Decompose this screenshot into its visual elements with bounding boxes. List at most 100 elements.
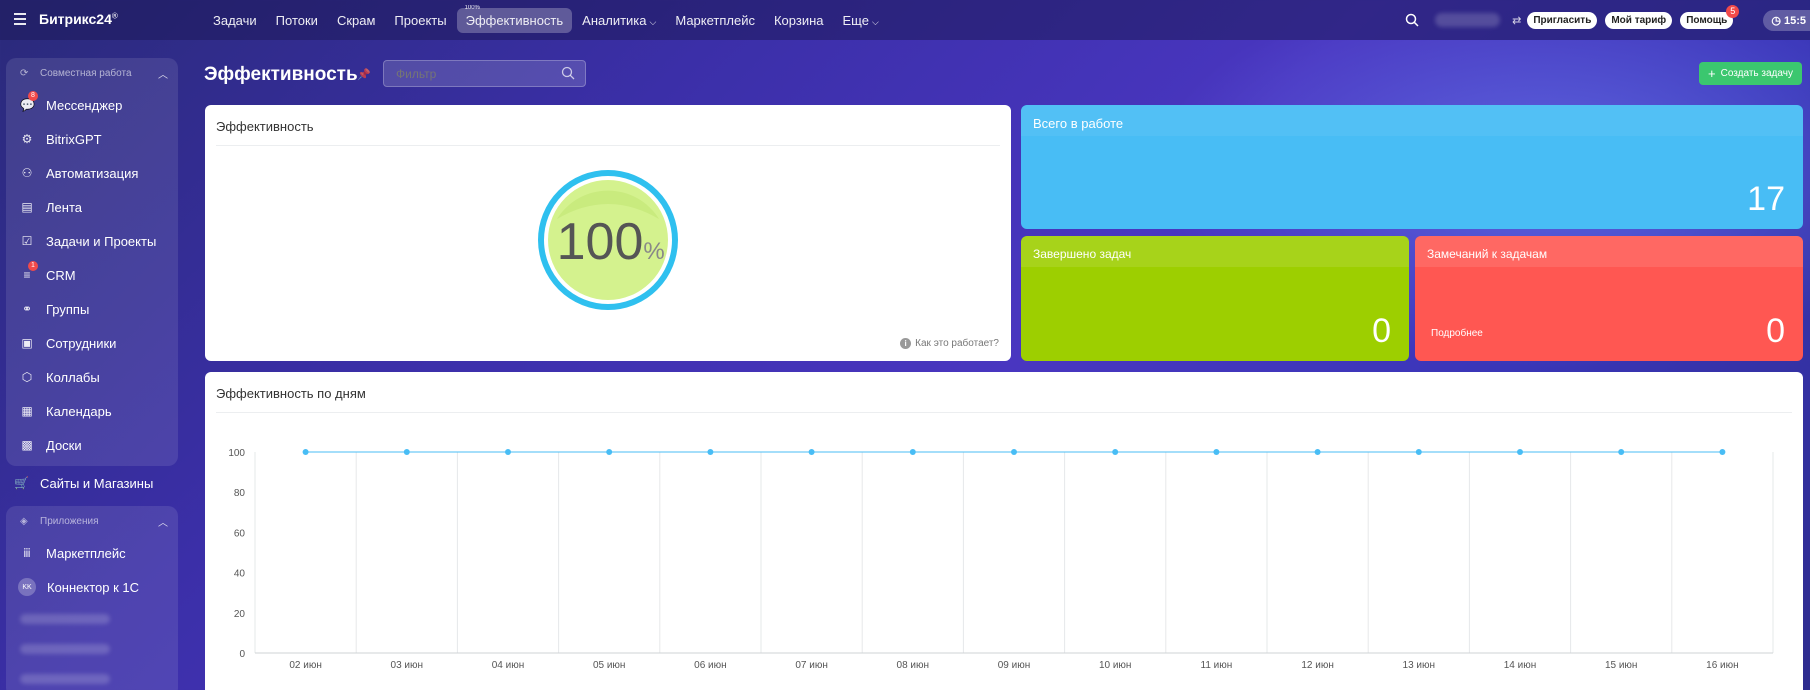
- top-bar: Битрикс24® Задачи Потоки Скрам Проекты 100% Э…: [0, 0, 1810, 40]
- invite-button[interactable]: Пригласить: [1527, 11, 1598, 29]
- data-point: [1415, 449, 1422, 455]
- help-count-badge: 5: [1726, 4, 1740, 18]
- sidebar-item-label: Сотрудники: [46, 335, 117, 351]
- sidebar-item-label: Доски: [46, 437, 82, 453]
- sidebar-item-label: Группы: [46, 301, 90, 317]
- blurred-item[interactable]: [20, 604, 164, 634]
- clock-button[interactable]: ◷ 15:5: [1763, 9, 1810, 31]
- tasks-icon: ☑: [21, 234, 33, 248]
- data-point: [1213, 449, 1220, 455]
- top-right-controls: ⇄ Пригласить Мой тариф Помощь 5 ◷ 15:5: [1405, 0, 1810, 40]
- chevron-down-icon: ⌵: [871, 16, 879, 27]
- sidebar-item-label: Автоматизация: [46, 165, 139, 181]
- x-tick-label: 08 июн: [897, 660, 930, 671]
- sidebar-item-chat[interactable]: 💬 8 Мессенджер: [6, 88, 178, 122]
- blurred-item[interactable]: [20, 634, 164, 664]
- x-tick-label: 11 июн: [1201, 660, 1233, 671]
- y-tick-label: 20: [234, 609, 246, 620]
- x-tick-label: 07 июн: [795, 660, 828, 671]
- in-work-tile[interactable]: Всего в работе 17: [1021, 105, 1803, 229]
- remarks-label: Замечаний к задачам: [1415, 236, 1803, 267]
- user-name-blurred[interactable]: [1435, 13, 1501, 27]
- calendar-icon: ▦: [21, 404, 33, 418]
- done-value: 0: [1372, 312, 1391, 350]
- x-tick-label: 15 июн: [1605, 660, 1638, 671]
- sidebar-item-label: Маркетплейс: [46, 545, 126, 561]
- nav-item[interactable]: Маркетплейс: [666, 8, 764, 33]
- nav-item[interactable]: Корзина: [765, 8, 833, 33]
- nav-item-label: Еще: [842, 12, 869, 28]
- data-point: [606, 449, 613, 455]
- nav-item-label: Аналитика: [582, 12, 647, 28]
- how-it-works-link[interactable]: i Как это работает?: [900, 338, 999, 349]
- sidebar-item-label: Коннектор к 1С: [47, 579, 140, 595]
- x-tick-label: 10 июн: [1099, 660, 1132, 671]
- sidebar-item-boards[interactable]: ▩ Доски: [6, 428, 178, 462]
- help-button[interactable]: Помощь 5: [1680, 4, 1740, 29]
- x-tick-label: 05 июн: [593, 660, 626, 671]
- logo[interactable]: Битрикс24®: [39, 11, 118, 27]
- sidebar-group-apps: ◈ Приложения ︿ ⅲ Маркетплейс KK Коннектор к…: [6, 506, 178, 690]
- top-nav: Задачи Потоки Скрам Проекты 100% Эффективност…: [204, 0, 889, 40]
- nav-item[interactable]: Задачи: [204, 8, 266, 33]
- sidebar-item-label: Лента: [46, 199, 82, 215]
- nav-item-label: Потоки: [275, 12, 318, 28]
- sidebar-item-collabs[interactable]: ⬡ Коллабы: [6, 360, 178, 394]
- nav-item[interactable]: Еще ⌵: [834, 8, 888, 33]
- blurred-item[interactable]: [20, 664, 164, 690]
- tariff-button[interactable]: Мой тариф: [1605, 11, 1673, 29]
- chevron-up-icon[interactable]: ︿: [158, 66, 168, 81]
- sidebar-item-tasks[interactable]: ☑ Задачи и Проекты: [6, 224, 178, 258]
- efficiency-card: Эффективность 100 % i Как это работает?: [205, 105, 1011, 361]
- nav-item[interactable]: Потоки: [267, 8, 327, 33]
- search-icon[interactable]: [561, 66, 575, 80]
- done-tile[interactable]: Завершено задач 0: [1021, 236, 1409, 361]
- sidebar-item-groups[interactable]: ⚭ Группы: [6, 292, 178, 326]
- nav-item-label: Проекты: [394, 12, 447, 28]
- chevron-up-icon[interactable]: ︿: [158, 514, 168, 529]
- data-point: [403, 449, 410, 455]
- sidebar-group-header[interactable]: ⟳ Совместная работа ︿: [6, 58, 178, 88]
- feed-icon: ▤: [21, 200, 33, 214]
- chevron-down-icon: ⌵: [649, 16, 657, 27]
- search-icon[interactable]: [1405, 13, 1419, 27]
- y-tick-label: 0: [239, 649, 245, 660]
- count-badge: 1: [28, 261, 38, 271]
- sidebar-item-crm[interactable]: ≡ 1 CRM: [6, 258, 178, 292]
- in-work-value: 17: [1747, 180, 1785, 218]
- filter-input[interactable]: [383, 60, 586, 87]
- swap-icon[interactable]: ⇄: [1512, 14, 1521, 27]
- sidebar-item-feed[interactable]: ▤ Лента: [6, 190, 178, 224]
- nav-item[interactable]: Проекты: [385, 8, 455, 33]
- x-tick-label: 13 июн: [1403, 660, 1436, 671]
- nav-item[interactable]: Скрам: [328, 8, 384, 33]
- sidebar-item-calendar[interactable]: ▦ Календарь: [6, 394, 178, 428]
- sidebar-item-robot[interactable]: ⚇ Автоматизация: [6, 156, 178, 190]
- remarks-tile[interactable]: Замечаний к задачам Подробнее 0: [1415, 236, 1803, 361]
- days-line-chart: 0 20 40 60 80 100 02 июн 03 июн 04 июн 05 июн 06 и…: [228, 448, 1774, 671]
- marketplace-icon: ⅲ: [23, 546, 31, 560]
- sidebar-group-header[interactable]: ◈ Приложения ︿: [6, 506, 178, 536]
- x-tick-label: 06 июн: [694, 660, 727, 671]
- sidebar-item-1c-connector[interactable]: KK Коннектор к 1С: [6, 570, 178, 604]
- remarks-more-link[interactable]: Подробнее: [1431, 328, 1483, 339]
- nav-item[interactable]: Аналитика ⌵: [573, 8, 665, 33]
- create-task-button[interactable]: + Создать задачу: [1699, 62, 1802, 85]
- x-tick-label: 14 июн: [1504, 660, 1537, 671]
- nav-item[interactable]: 100% Эффективность: [456, 5, 573, 33]
- data-point: [302, 449, 309, 455]
- data-point: [1112, 449, 1119, 455]
- sidebar-item-gpt[interactable]: ⚙ BitrixGPT: [6, 122, 178, 156]
- sidebar-item-sites[interactable]: 🛒 Сайты и Магазины: [0, 466, 186, 500]
- efficiency-unit: %: [643, 238, 664, 265]
- sidebar-item-employees[interactable]: ▣ Сотрудники: [6, 326, 178, 360]
- sidebar: ⟳ Совместная работа ︿ 💬 8 Мессенджер ⚙ Bitrix…: [0, 40, 186, 690]
- x-tick-label: 03 июн: [391, 660, 424, 671]
- boards-icon: ▩: [21, 438, 33, 452]
- sidebar-item-marketplace[interactable]: ⅲ Маркетплейс: [6, 536, 178, 570]
- days-chart-card: Эффективность по дням 0 20 40 60 80 100 02 июн…: [205, 372, 1803, 690]
- menu-icon[interactable]: [14, 13, 26, 25]
- efficiency-value: 100: [557, 213, 644, 271]
- pin-icon[interactable]: 📌: [357, 68, 371, 81]
- cart-icon: 🛒: [14, 476, 29, 490]
